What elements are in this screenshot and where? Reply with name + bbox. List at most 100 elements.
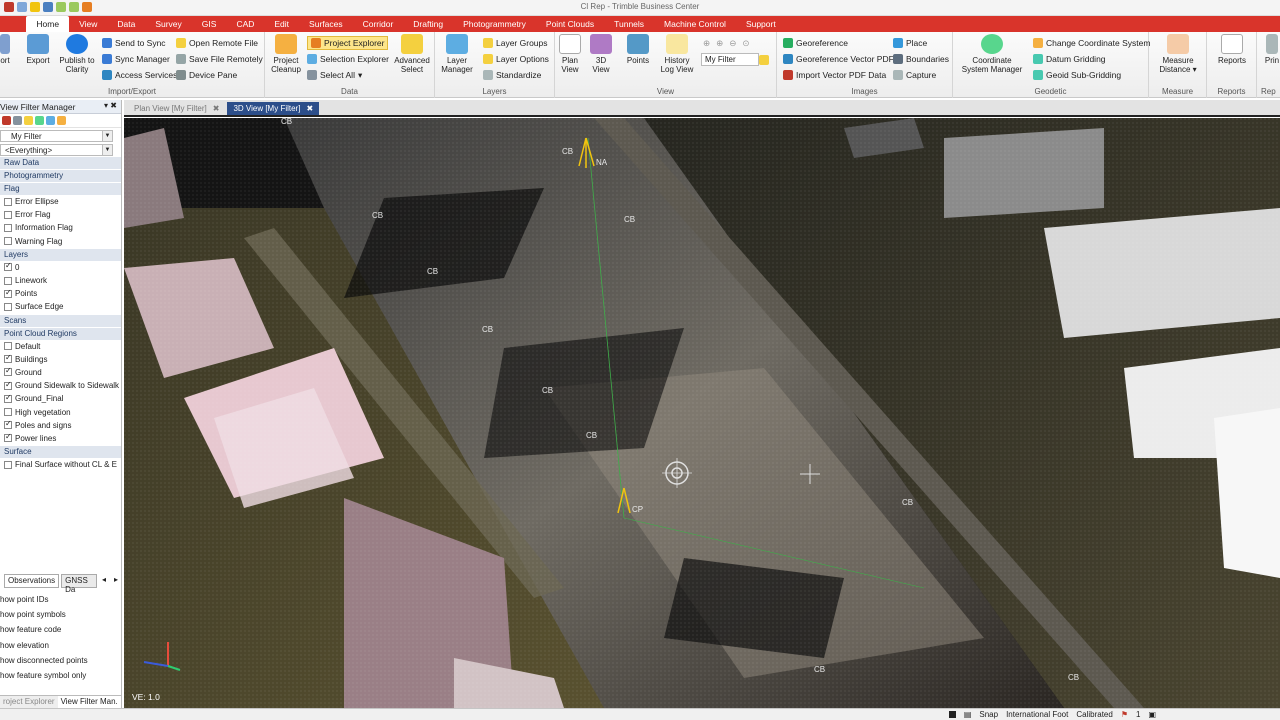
close-icon[interactable]: ✖	[213, 104, 220, 113]
zoom-in-icon[interactable]: ⊕	[716, 38, 723, 49]
scroll-left-icon[interactable]: ◂	[99, 574, 109, 588]
selection-explorer-button[interactable]: Selection Explorer	[307, 52, 389, 66]
checkbox[interactable]	[4, 210, 12, 219]
coordinate-system-manager-button[interactable]: Coordinate System Manager	[959, 34, 1025, 74]
checkbox[interactable]	[4, 223, 12, 232]
history-log-view-button[interactable]: History Log View	[659, 34, 695, 74]
section-raw-data[interactable]: Raw Data	[0, 157, 121, 169]
sync-manager-button[interactable]: Sync Manager	[102, 52, 170, 66]
checkbox[interactable]	[4, 197, 12, 206]
display-option[interactable]: how feature code	[0, 622, 121, 637]
datum-gridding-button[interactable]: Datum Gridding	[1033, 52, 1106, 66]
point-label[interactable]: CB	[902, 498, 913, 507]
filter-item[interactable]: 0	[0, 261, 121, 274]
import-button[interactable]: ort	[0, 34, 14, 65]
import-vector-pdf-button[interactable]: Import Vector PDF Data	[783, 68, 886, 82]
checkbox[interactable]	[4, 288, 12, 298]
tab-tunnels[interactable]: Tunnels	[604, 16, 654, 32]
save-file-remotely-button[interactable]: Save File Remotely	[176, 52, 263, 66]
send-to-sync-button[interactable]: Send to Sync	[102, 36, 166, 50]
section-layers[interactable]: Layers	[0, 248, 121, 261]
tab-gnss-data[interactable]: GNSS Da	[61, 574, 97, 594]
filter-item[interactable]: Default	[0, 340, 121, 353]
point-label[interactable]: CB	[281, 118, 292, 126]
zoom-extents-icon[interactable]: ⊕	[703, 38, 710, 49]
point-label[interactable]: CB	[586, 431, 597, 440]
reports-button[interactable]: Reports	[1211, 34, 1253, 65]
filter-item[interactable]: Warning Flag	[0, 235, 121, 248]
filter-item[interactable]: Error Ellipse	[0, 195, 121, 208]
point-label[interactable]: CB	[814, 665, 825, 674]
zoom-tools[interactable]: ⊕ ⊕ ⊖ ⊙	[703, 36, 750, 50]
checkbox[interactable]	[4, 276, 12, 285]
checkbox[interactable]	[4, 342, 12, 351]
point-label[interactable]: CB	[562, 147, 573, 156]
point-cloud-scene[interactable]: CB CB CB CB CB CB CB CB CB CB CP CB NA	[124, 118, 1280, 708]
display-option[interactable]: how point IDs	[0, 592, 121, 607]
filter-item[interactable]: High vegetation	[0, 405, 121, 418]
filter-icon[interactable]	[759, 53, 769, 67]
zoom-window-icon[interactable]: ⊙	[742, 38, 749, 49]
tab-view[interactable]: View	[69, 16, 107, 32]
export-button[interactable]: Export	[22, 34, 54, 65]
plan-view-button[interactable]: Plan View	[557, 34, 583, 74]
checkbox[interactable]	[4, 237, 12, 246]
change-coordinate-system-button[interactable]: Change Coordinate System	[1033, 36, 1150, 50]
selection-icon[interactable]: ▣	[1148, 710, 1156, 719]
publish-to-clarity-button[interactable]: Publish to Clarity	[58, 34, 96, 74]
tab-edit[interactable]: Edit	[264, 16, 299, 32]
boundaries-button[interactable]: Boundaries	[893, 52, 949, 66]
tab-surfaces[interactable]: Surfaces	[299, 16, 353, 32]
flag-icon[interactable]: ⚑	[1121, 710, 1128, 719]
tab-plan-view[interactable]: Plan View [My Filter] ✖	[128, 102, 225, 115]
filter-item[interactable]: Final Surface without CL & E	[0, 458, 121, 471]
calibration-label[interactable]: Calibrated	[1076, 710, 1112, 719]
filter-item[interactable]: Information Flag	[0, 221, 121, 234]
tab-survey[interactable]: Survey	[145, 16, 191, 32]
section-photogrammetry[interactable]: Photogrammetry	[0, 170, 121, 182]
pin-close-icons[interactable]: ▾ ✖	[104, 101, 117, 110]
checkbox[interactable]	[4, 432, 12, 443]
tab-view-filter-manager[interactable]: View Filter Man.	[57, 696, 121, 708]
checkbox[interactable]	[4, 353, 12, 364]
section-surface[interactable]: Surface	[0, 446, 121, 458]
zoom-out-icon[interactable]: ⊖	[729, 38, 736, 49]
print-button[interactable]: Prin	[1261, 34, 1280, 65]
tab-file[interactable]	[16, 16, 26, 32]
checkbox[interactable]	[4, 261, 12, 272]
tab-data[interactable]: Data	[107, 16, 145, 32]
standardize-button[interactable]: Standardize	[483, 68, 541, 82]
device-pane-button[interactable]: Device Pane	[176, 68, 237, 82]
filter-item[interactable]: Surface Edge	[0, 300, 121, 313]
new-filter-icon[interactable]	[24, 116, 33, 125]
filter-item[interactable]: Ground	[0, 366, 121, 379]
filter-item[interactable]: Points	[0, 287, 121, 300]
copy-filter-icon[interactable]	[35, 116, 44, 125]
point-label[interactable]: CB	[1068, 673, 1079, 682]
select-all-button[interactable]: Select All ▾	[307, 68, 362, 82]
access-services-button[interactable]: Access Services	[102, 68, 177, 82]
filter-item[interactable]: Poles and signs	[0, 419, 121, 432]
geoid-sub-gridding-button[interactable]: Geoid Sub-Gridding	[1033, 68, 1121, 82]
capture-button[interactable]: Capture	[893, 68, 936, 82]
point-label[interactable]: NA	[596, 158, 608, 167]
3d-viewport[interactable]: CB CB CB CB CB CB CB CB CB CB CP CB NA V…	[124, 118, 1280, 708]
open-remote-file-button[interactable]: Open Remote File	[176, 36, 258, 50]
close-icon[interactable]: ✖	[306, 104, 313, 113]
tab-cad[interactable]: CAD	[226, 16, 264, 32]
checkbox[interactable]	[4, 393, 12, 403]
filter-item[interactable]: Buildings	[0, 353, 121, 366]
checkbox[interactable]	[4, 366, 12, 377]
checkbox[interactable]	[4, 302, 12, 311]
display-option[interactable]: how feature symbol only	[0, 668, 121, 683]
tab-drafting[interactable]: Drafting	[403, 16, 453, 32]
layer-options-button[interactable]: Layer Options	[483, 52, 549, 66]
tab-home[interactable]: Home	[26, 16, 70, 32]
units-label[interactable]: International Foot	[1006, 710, 1068, 719]
search-icon[interactable]	[13, 116, 22, 125]
point-label[interactable]: CP	[632, 505, 643, 514]
project-cleanup-button[interactable]: Project Cleanup	[269, 34, 303, 74]
section-scans[interactable]: Scans	[0, 314, 121, 327]
scroll-right-icon[interactable]: ▸	[111, 574, 121, 588]
advanced-select-button[interactable]: Advanced Select	[391, 34, 433, 74]
